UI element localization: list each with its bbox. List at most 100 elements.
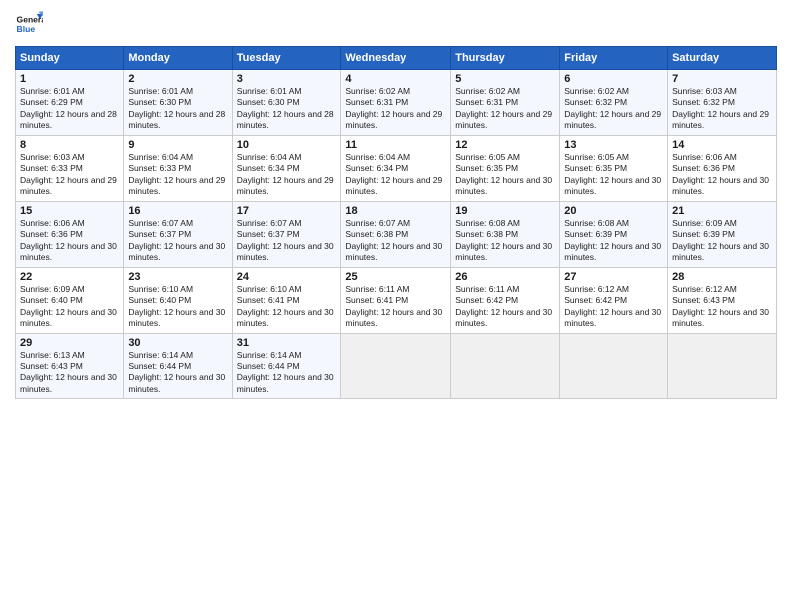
calendar-cell: 20Sunrise: 6:08 AM Sunset: 6:39 PM Dayli… xyxy=(560,201,668,267)
day-info: Sunrise: 6:04 AM Sunset: 6:33 PM Dayligh… xyxy=(128,152,227,198)
col-header-thursday: Thursday xyxy=(451,47,560,70)
calendar-cell: 31Sunrise: 6:14 AM Sunset: 6:44 PM Dayli… xyxy=(232,333,341,399)
calendar-cell: 25Sunrise: 6:11 AM Sunset: 6:41 PM Dayli… xyxy=(341,267,451,333)
day-info: Sunrise: 6:04 AM Sunset: 6:34 PM Dayligh… xyxy=(345,152,446,198)
day-number: 17 xyxy=(237,205,337,217)
day-number: 4 xyxy=(345,73,446,85)
day-info: Sunrise: 6:09 AM Sunset: 6:39 PM Dayligh… xyxy=(672,218,772,264)
day-number: 6 xyxy=(564,73,663,85)
day-info: Sunrise: 6:12 AM Sunset: 6:42 PM Dayligh… xyxy=(564,284,663,330)
calendar-cell xyxy=(451,333,560,399)
day-info: Sunrise: 6:14 AM Sunset: 6:44 PM Dayligh… xyxy=(237,350,337,396)
page-header: General Blue xyxy=(15,10,777,38)
calendar-cell: 10Sunrise: 6:04 AM Sunset: 6:34 PM Dayli… xyxy=(232,135,341,201)
day-number: 26 xyxy=(455,271,555,283)
day-number: 24 xyxy=(237,271,337,283)
day-info: Sunrise: 6:01 AM Sunset: 6:30 PM Dayligh… xyxy=(237,86,337,132)
day-info: Sunrise: 6:08 AM Sunset: 6:38 PM Dayligh… xyxy=(455,218,555,264)
calendar-cell: 8Sunrise: 6:03 AM Sunset: 6:33 PM Daylig… xyxy=(16,135,124,201)
col-header-tuesday: Tuesday xyxy=(232,47,341,70)
calendar-cell: 2Sunrise: 6:01 AM Sunset: 6:30 PM Daylig… xyxy=(124,70,232,136)
day-number: 16 xyxy=(128,205,227,217)
col-header-monday: Monday xyxy=(124,47,232,70)
day-number: 22 xyxy=(20,271,119,283)
calendar-cell: 5Sunrise: 6:02 AM Sunset: 6:31 PM Daylig… xyxy=(451,70,560,136)
day-info: Sunrise: 6:10 AM Sunset: 6:41 PM Dayligh… xyxy=(237,284,337,330)
calendar-table: SundayMondayTuesdayWednesdayThursdayFrid… xyxy=(15,46,777,399)
col-header-sunday: Sunday xyxy=(16,47,124,70)
calendar-cell: 21Sunrise: 6:09 AM Sunset: 6:39 PM Dayli… xyxy=(668,201,777,267)
calendar-cell: 4Sunrise: 6:02 AM Sunset: 6:31 PM Daylig… xyxy=(341,70,451,136)
day-info: Sunrise: 6:12 AM Sunset: 6:43 PM Dayligh… xyxy=(672,284,772,330)
day-info: Sunrise: 6:07 AM Sunset: 6:37 PM Dayligh… xyxy=(128,218,227,264)
day-info: Sunrise: 6:06 AM Sunset: 6:36 PM Dayligh… xyxy=(672,152,772,198)
calendar-cell: 14Sunrise: 6:06 AM Sunset: 6:36 PM Dayli… xyxy=(668,135,777,201)
day-info: Sunrise: 6:10 AM Sunset: 6:40 PM Dayligh… xyxy=(128,284,227,330)
day-number: 25 xyxy=(345,271,446,283)
calendar-cell: 6Sunrise: 6:02 AM Sunset: 6:32 PM Daylig… xyxy=(560,70,668,136)
day-info: Sunrise: 6:11 AM Sunset: 6:41 PM Dayligh… xyxy=(345,284,446,330)
calendar-cell: 24Sunrise: 6:10 AM Sunset: 6:41 PM Dayli… xyxy=(232,267,341,333)
day-number: 8 xyxy=(20,139,119,151)
calendar-cell: 9Sunrise: 6:04 AM Sunset: 6:33 PM Daylig… xyxy=(124,135,232,201)
calendar-cell: 12Sunrise: 6:05 AM Sunset: 6:35 PM Dayli… xyxy=(451,135,560,201)
day-number: 9 xyxy=(128,139,227,151)
calendar-cell: 22Sunrise: 6:09 AM Sunset: 6:40 PM Dayli… xyxy=(16,267,124,333)
calendar-cell: 23Sunrise: 6:10 AM Sunset: 6:40 PM Dayli… xyxy=(124,267,232,333)
day-number: 2 xyxy=(128,73,227,85)
day-info: Sunrise: 6:02 AM Sunset: 6:32 PM Dayligh… xyxy=(564,86,663,132)
day-number: 31 xyxy=(237,337,337,349)
day-info: Sunrise: 6:02 AM Sunset: 6:31 PM Dayligh… xyxy=(345,86,446,132)
calendar-cell: 11Sunrise: 6:04 AM Sunset: 6:34 PM Dayli… xyxy=(341,135,451,201)
day-number: 20 xyxy=(564,205,663,217)
day-info: Sunrise: 6:14 AM Sunset: 6:44 PM Dayligh… xyxy=(128,350,227,396)
calendar-cell: 29Sunrise: 6:13 AM Sunset: 6:43 PM Dayli… xyxy=(16,333,124,399)
day-info: Sunrise: 6:03 AM Sunset: 6:32 PM Dayligh… xyxy=(672,86,772,132)
day-number: 15 xyxy=(20,205,119,217)
calendar-cell: 1Sunrise: 6:01 AM Sunset: 6:29 PM Daylig… xyxy=(16,70,124,136)
calendar-cell xyxy=(668,333,777,399)
day-number: 10 xyxy=(237,139,337,151)
day-number: 29 xyxy=(20,337,119,349)
day-info: Sunrise: 6:07 AM Sunset: 6:37 PM Dayligh… xyxy=(237,218,337,264)
day-info: Sunrise: 6:08 AM Sunset: 6:39 PM Dayligh… xyxy=(564,218,663,264)
day-number: 5 xyxy=(455,73,555,85)
day-number: 14 xyxy=(672,139,772,151)
calendar-cell: 30Sunrise: 6:14 AM Sunset: 6:44 PM Dayli… xyxy=(124,333,232,399)
day-info: Sunrise: 6:01 AM Sunset: 6:29 PM Dayligh… xyxy=(20,86,119,132)
calendar-cell: 17Sunrise: 6:07 AM Sunset: 6:37 PM Dayli… xyxy=(232,201,341,267)
day-info: Sunrise: 6:11 AM Sunset: 6:42 PM Dayligh… xyxy=(455,284,555,330)
day-info: Sunrise: 6:04 AM Sunset: 6:34 PM Dayligh… xyxy=(237,152,337,198)
day-info: Sunrise: 6:02 AM Sunset: 6:31 PM Dayligh… xyxy=(455,86,555,132)
day-number: 27 xyxy=(564,271,663,283)
day-number: 3 xyxy=(237,73,337,85)
day-info: Sunrise: 6:03 AM Sunset: 6:33 PM Dayligh… xyxy=(20,152,119,198)
day-number: 1 xyxy=(20,73,119,85)
day-number: 11 xyxy=(345,139,446,151)
day-info: Sunrise: 6:06 AM Sunset: 6:36 PM Dayligh… xyxy=(20,218,119,264)
calendar-cell: 15Sunrise: 6:06 AM Sunset: 6:36 PM Dayli… xyxy=(16,201,124,267)
calendar-cell: 18Sunrise: 6:07 AM Sunset: 6:38 PM Dayli… xyxy=(341,201,451,267)
day-number: 13 xyxy=(564,139,663,151)
svg-text:Blue: Blue xyxy=(17,24,36,34)
day-info: Sunrise: 6:07 AM Sunset: 6:38 PM Dayligh… xyxy=(345,218,446,264)
day-number: 21 xyxy=(672,205,772,217)
calendar-cell: 27Sunrise: 6:12 AM Sunset: 6:42 PM Dayli… xyxy=(560,267,668,333)
day-info: Sunrise: 6:13 AM Sunset: 6:43 PM Dayligh… xyxy=(20,350,119,396)
day-number: 30 xyxy=(128,337,227,349)
calendar-cell xyxy=(341,333,451,399)
logo: General Blue xyxy=(15,10,43,38)
day-number: 7 xyxy=(672,73,772,85)
day-info: Sunrise: 6:01 AM Sunset: 6:30 PM Dayligh… xyxy=(128,86,227,132)
calendar-cell: 16Sunrise: 6:07 AM Sunset: 6:37 PM Dayli… xyxy=(124,201,232,267)
day-number: 19 xyxy=(455,205,555,217)
col-header-friday: Friday xyxy=(560,47,668,70)
day-number: 28 xyxy=(672,271,772,283)
day-info: Sunrise: 6:05 AM Sunset: 6:35 PM Dayligh… xyxy=(564,152,663,198)
day-info: Sunrise: 6:09 AM Sunset: 6:40 PM Dayligh… xyxy=(20,284,119,330)
calendar-cell: 13Sunrise: 6:05 AM Sunset: 6:35 PM Dayli… xyxy=(560,135,668,201)
calendar-cell xyxy=(560,333,668,399)
day-info: Sunrise: 6:05 AM Sunset: 6:35 PM Dayligh… xyxy=(455,152,555,198)
day-number: 12 xyxy=(455,139,555,151)
col-header-saturday: Saturday xyxy=(668,47,777,70)
